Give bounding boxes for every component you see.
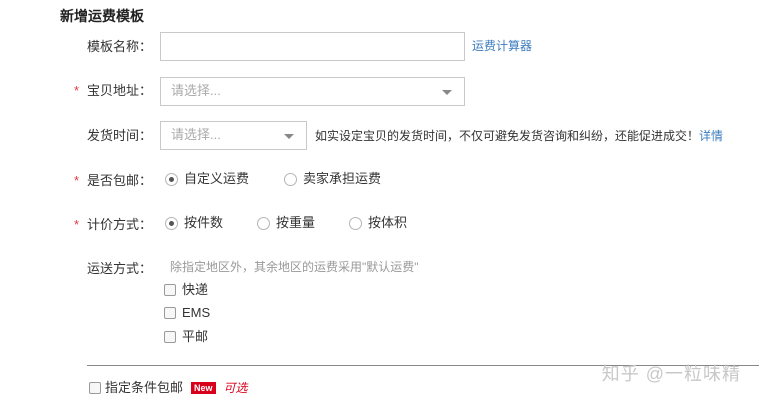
location-label: 宝贝地址： (87, 83, 153, 98)
template-name-input[interactable] (160, 32, 465, 61)
radio-button[interactable] (349, 216, 362, 230)
chevron-down-icon (442, 90, 452, 95)
checkbox-ems[interactable]: EMS (164, 303, 210, 323)
delivery-hint: 除指定地区外，其余地区的运费采用"默认运费" (170, 260, 419, 274)
ship-time-select[interactable]: 请选择... (160, 121, 307, 150)
new-badge: New (191, 382, 216, 394)
radio-button[interactable] (257, 216, 270, 230)
optional-tag: 可选 (223, 381, 248, 395)
location-placeholder: 请选择... (171, 83, 221, 98)
chevron-down-icon (284, 134, 294, 139)
checkbox[interactable] (164, 307, 176, 319)
radio-custom-fee[interactable]: 自定义运费 (165, 169, 249, 189)
checkbox-express[interactable]: 快递 (164, 280, 208, 300)
location-select[interactable]: 请选择... (160, 77, 465, 106)
checkbox[interactable] (89, 382, 101, 394)
radio-label: 自定义运费 (184, 171, 250, 186)
watermark: 知乎 @一粒味精 (601, 364, 741, 384)
ship-time-label: 发货时间： (87, 128, 153, 143)
radio-seller-pays[interactable]: 卖家承担运费 (284, 169, 381, 189)
radio-label: 按体积 (368, 215, 408, 230)
shipping-calculator-link[interactable]: 运费计算器 (472, 36, 532, 56)
checkbox-conditional-free[interactable]: 指定条件包邮 New 可选 (89, 378, 248, 398)
checkbox-label: 快递 (182, 282, 209, 297)
required-mark: * (74, 83, 80, 98)
radio-button[interactable] (284, 172, 297, 186)
template-name-label: 模板名称： (87, 39, 153, 54)
delivery-label: 运送方式： (87, 261, 153, 276)
checkbox-surface-mail[interactable]: 平邮 (164, 327, 208, 347)
radio-by-count[interactable]: 按件数 (165, 213, 223, 233)
checkbox[interactable] (164, 284, 176, 296)
checkbox-label: EMS (182, 305, 211, 320)
ship-time-hint: 如实设定宝贝的发货时间，不仅可避免发货咨询和纠纷，还能促进成交！ (315, 129, 700, 143)
free-shipping-label: 是否包邮： (87, 173, 153, 188)
radio-button[interactable] (165, 216, 178, 230)
radio-button[interactable] (165, 172, 178, 186)
radio-by-volume[interactable]: 按体积 (349, 213, 407, 233)
ship-time-hint-row: 如实设定宝贝的发货时间，不仅可避免发货咨询和纠纷，还能促进成交！详情 (315, 126, 723, 146)
checkbox[interactable] (164, 331, 176, 343)
radio-label: 按重量 (276, 215, 316, 230)
ship-time-details-link[interactable]: 详情 (699, 129, 723, 143)
radio-by-weight[interactable]: 按重量 (257, 213, 315, 233)
radio-label: 按件数 (184, 215, 224, 230)
required-mark: * (74, 173, 80, 188)
radio-label: 卖家承担运费 (303, 171, 382, 186)
checkbox-label: 平邮 (182, 329, 209, 344)
page-title: 新增运费模板 (60, 8, 144, 24)
pricing-label: 计价方式： (87, 217, 153, 232)
checkbox-label: 指定条件包邮 (105, 380, 184, 395)
required-mark: * (74, 217, 80, 232)
ship-time-placeholder: 请选择... (171, 127, 221, 142)
